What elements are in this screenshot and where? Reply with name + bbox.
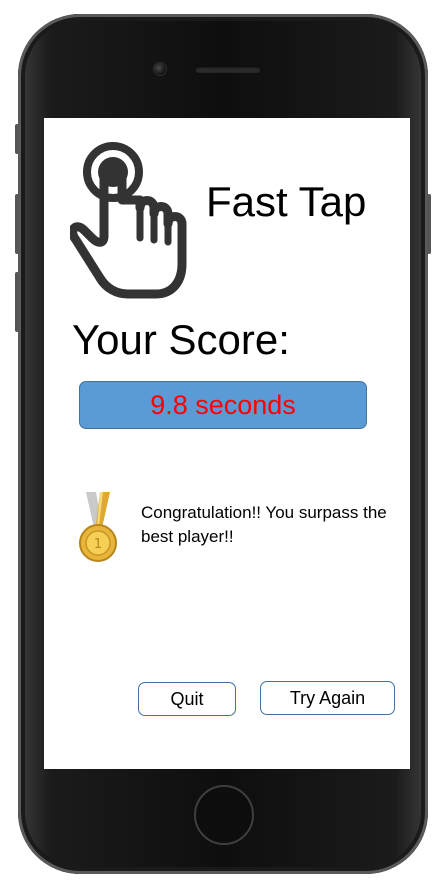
quit-button[interactable]: Quit [138,682,236,716]
gold-medal-icon: 1 [79,492,117,562]
earpiece-speaker [195,66,261,73]
volume-down-button [15,272,19,332]
score-value: 9.8 seconds [150,389,296,420]
home-button[interactable] [194,785,254,845]
score-label: Your Score: [72,316,290,363]
front-camera [154,63,166,75]
tap-hand-icon [70,142,187,299]
app-title: Fast Tap [206,178,367,225]
volume-up-button [15,194,19,254]
mute-switch [15,124,19,154]
try-again-button[interactable]: Try Again [260,681,395,715]
app-screen: Fast Tap Your Score: 9.8 seconds 1 Congr… [44,118,410,769]
quit-button-label: Quit [170,688,204,709]
svg-text:1: 1 [94,537,102,552]
power-button [427,194,431,254]
score-display: 9.8 seconds [79,381,367,429]
congratulation-message: Congratulation!! You surpass the best pl… [141,503,387,546]
try-again-button-label: Try Again [289,687,366,708]
